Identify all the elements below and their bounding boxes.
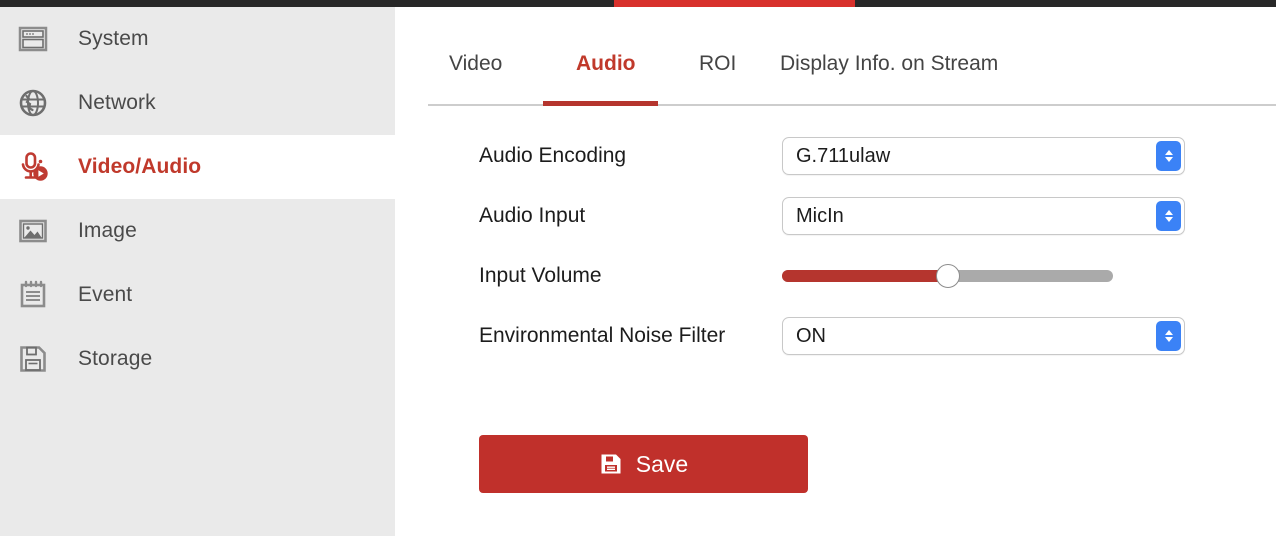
sidebar-item-image[interactable]: Image: [0, 199, 395, 263]
audio-encoding-select-box[interactable]: G.711ulaw: [782, 137, 1185, 175]
floppy-disk-icon: [18, 339, 64, 379]
audio-input-label: Audio Input: [479, 204, 586, 227]
environmental-noise-filter-value: ON: [796, 324, 826, 347]
sidebar-item-network[interactable]: Network: [0, 71, 395, 135]
browser-active-tab-indicator: [614, 0, 855, 7]
sidebar-item-label: Image: [78, 219, 137, 242]
tab-video[interactable]: Video: [449, 52, 502, 82]
tab-roi[interactable]: ROI: [699, 52, 736, 82]
audio-encoding-select[interactable]: G.711ulaw: [782, 137, 1185, 175]
slider-fill: [782, 270, 948, 282]
slider-thumb[interactable]: [935, 264, 960, 288]
sidebar-item-system[interactable]: System: [0, 7, 395, 71]
sidebar-item-label: Event: [78, 283, 133, 306]
form-row-audio-input: Audio Input MicIn: [479, 195, 1185, 237]
save-button[interactable]: Save: [479, 435, 808, 493]
tab-bar: Video Audio ROI Display Info. on Stream: [428, 40, 1276, 107]
chevron-updown-icon[interactable]: [1156, 141, 1181, 171]
environmental-noise-filter-select-box[interactable]: ON: [782, 317, 1185, 355]
audio-input-value: MicIn: [796, 204, 844, 227]
sidebar-item-video-audio[interactable]: Video/Audio: [0, 135, 395, 199]
form-row-input-volume: Input Volume: [479, 255, 1113, 297]
sidebar-item-label: Network: [78, 91, 156, 114]
browser-chrome-strip: [0, 0, 1276, 7]
input-volume-slider[interactable]: [782, 257, 1113, 295]
active-tab-underline: [543, 101, 658, 106]
sidebar: System Network Video/Audio Image Event S…: [0, 7, 395, 536]
environmental-noise-filter-label: Environmental Noise Filter: [479, 324, 726, 347]
environmental-noise-filter-select[interactable]: ON: [782, 317, 1185, 355]
tab-audio[interactable]: Audio: [576, 52, 635, 82]
chevron-updown-icon[interactable]: [1156, 201, 1181, 231]
sidebar-item-event[interactable]: Event: [0, 263, 395, 327]
input-volume-label: Input Volume: [479, 264, 602, 287]
window-icon: [18, 19, 64, 59]
audio-encoding-label: Audio Encoding: [479, 144, 627, 167]
globe-icon: [18, 83, 64, 123]
notepad-icon: [18, 275, 64, 315]
form-row-environmental-noise-filter: Environmental Noise Filter ON: [479, 315, 1185, 357]
sidebar-item-storage[interactable]: Storage: [0, 327, 395, 391]
audio-encoding-value: G.711ulaw: [796, 144, 891, 167]
audio-input-select-box[interactable]: MicIn: [782, 197, 1185, 235]
sidebar-item-label: Storage: [78, 347, 153, 370]
sidebar-item-label: System: [78, 27, 149, 50]
tab-display-info-on-stream[interactable]: Display Info. on Stream: [780, 52, 998, 82]
microphone-play-icon: [18, 147, 64, 187]
floppy-save-icon: [599, 452, 623, 476]
chevron-updown-icon[interactable]: [1156, 321, 1181, 351]
picture-icon: [18, 211, 64, 251]
sidebar-item-label: Video/Audio: [78, 155, 202, 178]
form-row-audio-encoding: Audio Encoding G.711ulaw: [479, 135, 1185, 177]
audio-input-select[interactable]: MicIn: [782, 197, 1185, 235]
save-button-label: Save: [635, 450, 689, 477]
